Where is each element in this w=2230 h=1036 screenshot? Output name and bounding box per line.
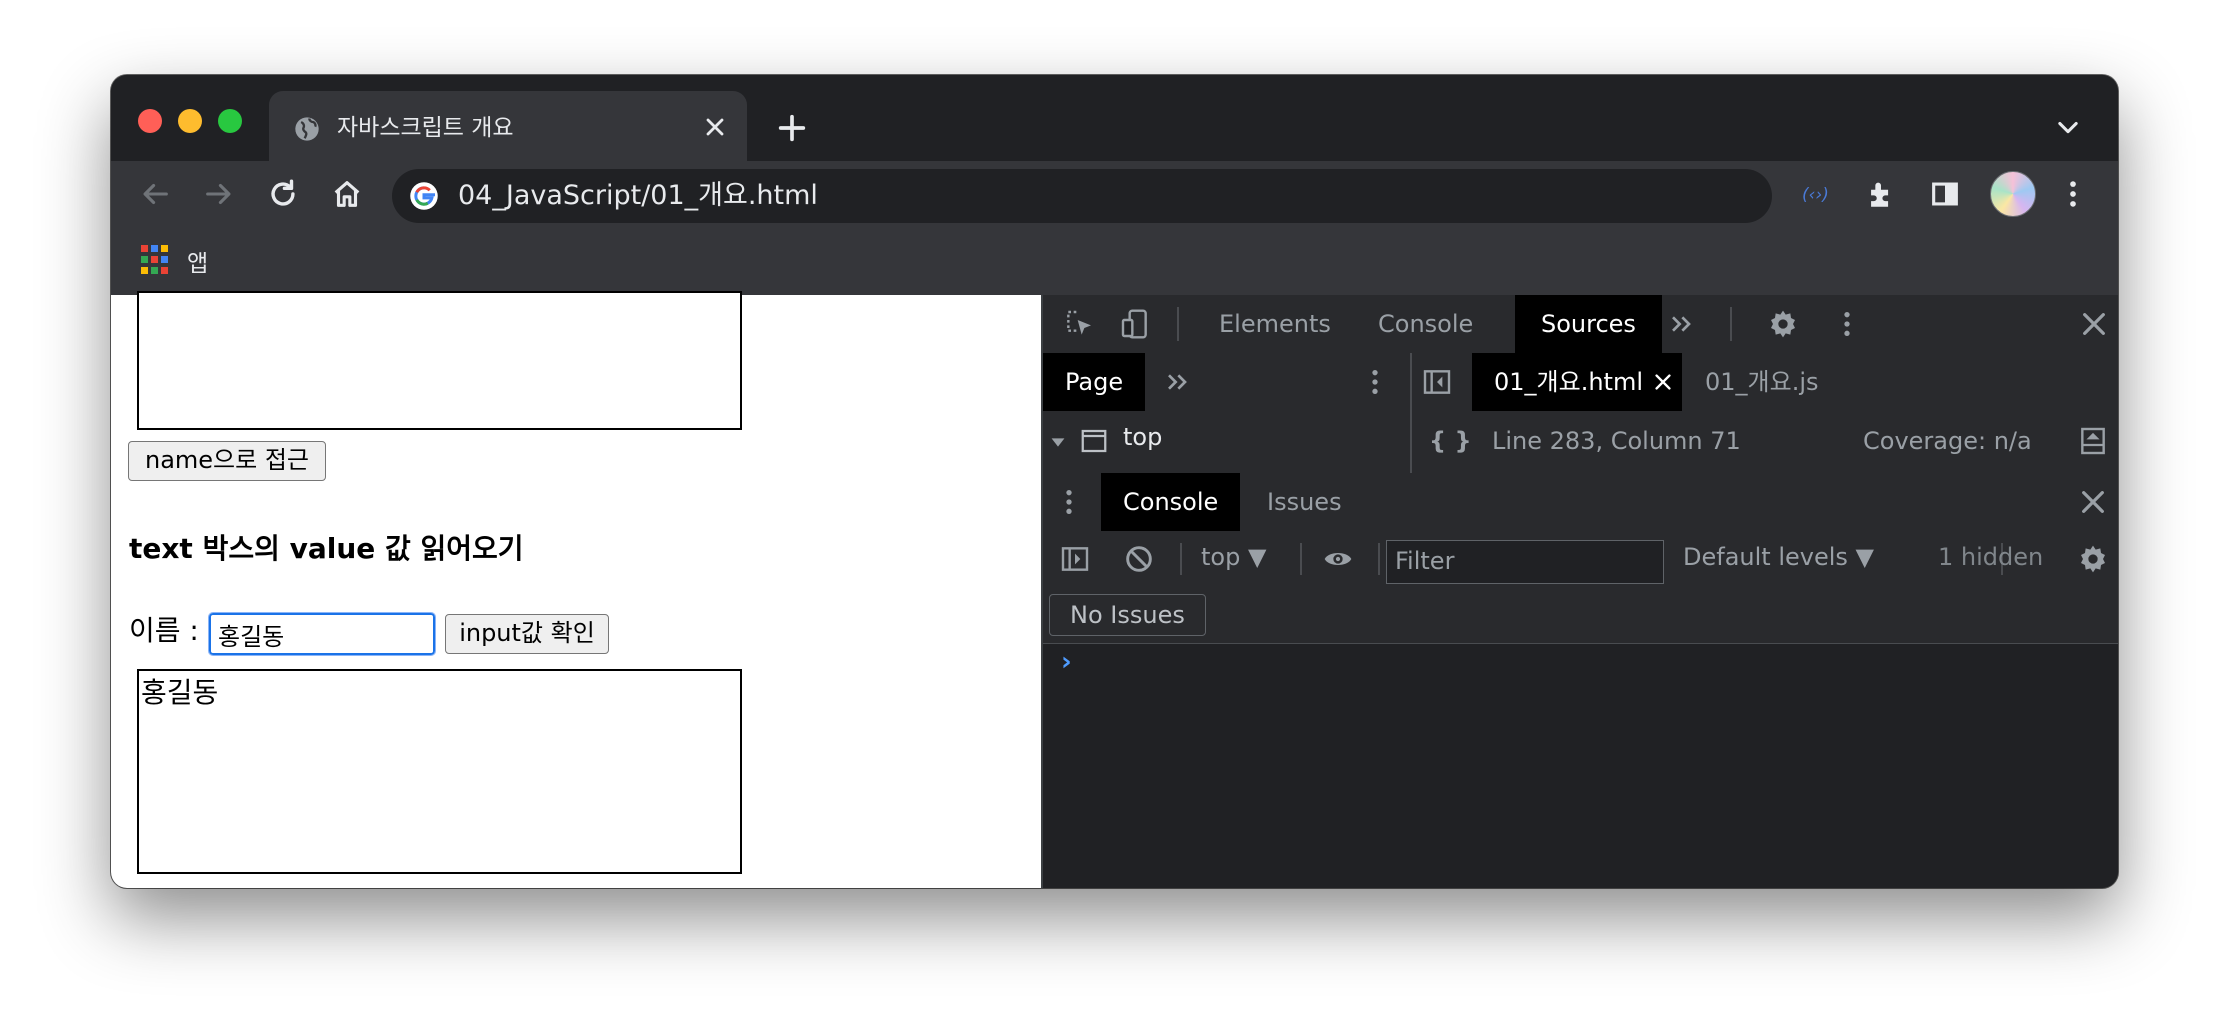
toolbar-divider (1378, 543, 1380, 575)
navigator-menu-icon[interactable] (1359, 366, 1391, 398)
navigator-tab-page[interactable]: Page (1043, 353, 1146, 411)
log-levels-label: Default levels (1683, 543, 1848, 571)
toggle-debugger-icon[interactable] (2077, 425, 2109, 457)
close-devtools-icon[interactable] (2078, 308, 2110, 340)
tab-sources[interactable]: Sources (1515, 295, 1662, 353)
devtools-main-tabs: Elements Console Sources (1043, 295, 2118, 354)
log-levels-dropdown[interactable]: Default levels ▼ (1683, 543, 1874, 571)
globe-icon (295, 117, 319, 141)
side-panel-icon[interactable] (1928, 177, 1962, 211)
check-input-button[interactable]: input값 확인 (445, 614, 609, 654)
chevron-down-icon[interactable] (2054, 113, 2082, 141)
context-selector-label: top (1201, 543, 1241, 571)
console-settings-gear-icon[interactable] (2077, 543, 2109, 575)
apps-bookmark-label[interactable]: 앱 (187, 244, 208, 278)
svg-text:(‹›): (‹›) (1802, 185, 1829, 205)
file-tab-js[interactable]: 01_개요.js (1705, 353, 1819, 411)
tree-expand-triangle-icon[interactable] (1047, 431, 1069, 453)
new-tab-icon[interactable] (775, 111, 809, 145)
cast-extension-icon[interactable]: (‹›) (1801, 177, 1835, 211)
drawer-menu-icon[interactable] (1053, 486, 1085, 518)
profile-avatar[interactable] (1990, 171, 2036, 217)
browser-window: 자바스크립트 개요 04_JavaScript/01_개요.html (‹›) … (111, 75, 2118, 888)
bookmarks-bar: 앱 (111, 227, 2118, 295)
drawer-tab-issues[interactable]: Issues (1267, 473, 1342, 531)
name-label: 이름 : (129, 614, 199, 647)
reload-icon[interactable] (266, 177, 300, 211)
browser-tab[interactable]: 자바스크립트 개요 (269, 91, 747, 161)
devtools-menu-icon[interactable] (1831, 308, 1863, 340)
zoom-window-button[interactable] (218, 109, 242, 133)
result-text: 홍길동 (141, 676, 219, 709)
tree-top-frame[interactable]: top (1123, 423, 1162, 451)
name-access-button[interactable]: name으로 접근 (128, 441, 326, 481)
tab-strip: 자바스크립트 개요 (111, 75, 2118, 161)
toggle-navigator-icon[interactable] (1421, 366, 1453, 398)
toolbar-divider (1177, 307, 1179, 341)
live-expression-eye-icon[interactable] (1322, 543, 1354, 575)
no-issues-badge[interactable]: No Issues (1049, 594, 1206, 636)
output-box-result: 홍길동 (137, 669, 742, 874)
toolbar-divider (1180, 543, 1182, 575)
close-tab-icon[interactable] (701, 113, 729, 141)
device-toolbar-icon[interactable] (1119, 308, 1151, 340)
browser-toolbar: 04_JavaScript/01_개요.html (‹›) (111, 161, 2118, 227)
tab-elements[interactable]: Elements (1219, 295, 1331, 353)
tab-console[interactable]: Console (1378, 295, 1473, 353)
apps-grid-icon[interactable] (141, 245, 171, 275)
pretty-print-icon[interactable]: { } (1429, 427, 1472, 455)
google-icon (410, 182, 438, 210)
pane-divider (1410, 411, 1412, 473)
minimize-window-button[interactable] (178, 109, 202, 133)
drawer-tab-console[interactable]: Console (1101, 473, 1241, 531)
inspect-element-icon[interactable] (1063, 308, 1095, 340)
file-tab-html-label: 01_개요.html (1494, 368, 1643, 396)
home-icon[interactable] (330, 177, 364, 211)
console-prompt-chevron-icon[interactable]: › (1061, 647, 1072, 677)
console-filter-input[interactable]: Filter (1386, 540, 1664, 584)
section-heading: text 박스의 value 값 읽어오기 (129, 532, 524, 565)
more-vertical-icon[interactable] (2056, 177, 2090, 211)
issues-row: No Issues (1043, 587, 2118, 644)
context-selector[interactable]: top ▼ (1201, 543, 1266, 571)
sources-tabs-row: Page 01_개요.html 01_개요.js (1043, 353, 2118, 412)
devtools-panel: Elements Console Sources Page 01_개요.html… (1041, 295, 2118, 888)
hidden-messages-count: 1 hidden (1938, 543, 2044, 571)
settings-gear-icon[interactable] (1767, 308, 1799, 340)
file-tab-html[interactable]: 01_개요.html (1472, 353, 1682, 411)
name-input[interactable] (208, 612, 436, 656)
output-box-top (137, 291, 742, 430)
url-text: 04_JavaScript/01_개요.html (458, 180, 818, 211)
address-bar[interactable]: 04_JavaScript/01_개요.html (392, 169, 1772, 223)
back-icon[interactable] (138, 177, 172, 211)
extensions-icon[interactable] (1864, 177, 1898, 211)
clear-console-icon[interactable] (1123, 543, 1155, 575)
drawer-tabs-row: Console Issues (1043, 473, 2118, 532)
close-drawer-icon[interactable] (2077, 486, 2109, 518)
frame-icon (1081, 429, 1107, 453)
coverage-status: Coverage: n/a (1863, 427, 2032, 455)
toolbar-divider (1300, 543, 1302, 575)
sources-status-row: top { } Line 283, Column 71 Coverage: n/… (1043, 411, 2118, 474)
pane-divider (1410, 353, 1412, 411)
forward-icon[interactable] (202, 177, 236, 211)
close-window-button[interactable] (138, 109, 162, 133)
console-toolbar: top ▼ Filter Default levels ▼ 1 hidden (1043, 531, 2118, 588)
tab-title: 자바스크립트 개요 (337, 115, 514, 141)
console-sidebar-icon[interactable] (1059, 543, 1091, 575)
cursor-position: Line 283, Column 71 (1492, 427, 1741, 455)
more-navigator-tabs-icon[interactable] (1161, 366, 1193, 398)
toolbar-divider (1730, 307, 1732, 341)
more-tabs-chevron-icon[interactable] (1665, 308, 1697, 340)
page-content: name으로 접근 text 박스의 value 값 읽어오기 이름 : inp… (111, 291, 1041, 888)
close-file-tab-icon[interactable] (1652, 371, 1674, 393)
